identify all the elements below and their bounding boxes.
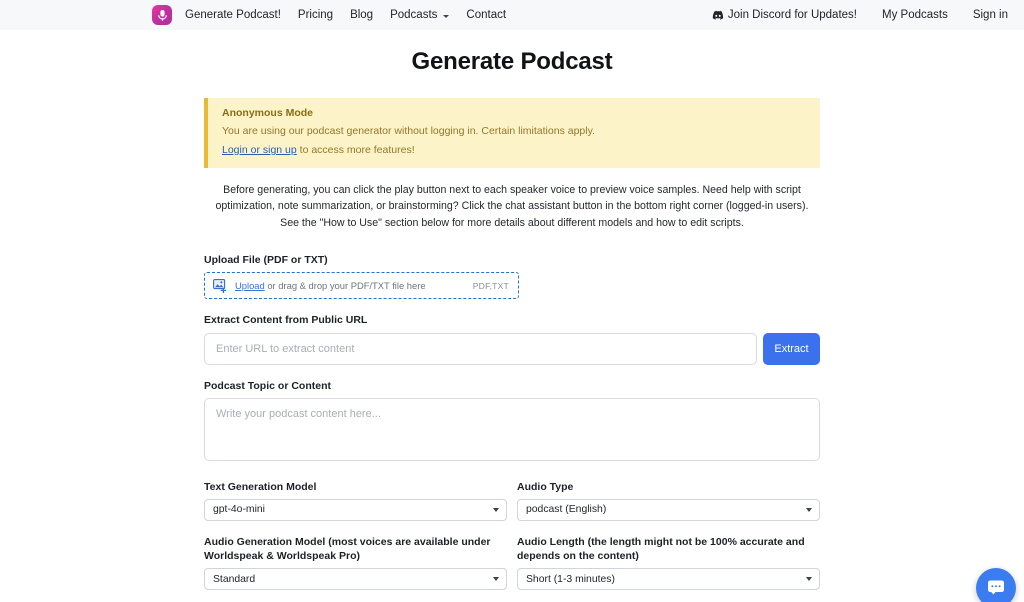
top-navbar: Generate Podcast! Pricing Blog Podcasts … [0, 0, 1024, 30]
nav-item-blog[interactable]: Blog [350, 9, 373, 21]
discord-icon [712, 10, 724, 23]
nav-item-label: Blog [350, 9, 374, 21]
chevron-down-icon [443, 14, 450, 18]
chat-assistant-button[interactable] [976, 568, 1016, 602]
page-body: Generate Podcast Anonymous Mode You are … [0, 30, 1024, 602]
accepted-file-types: PDF,TXT [472, 280, 509, 291]
audio-generation-model-field: Audio Generation Model (most voices are … [204, 535, 507, 591]
audio-length-label: Audio Length (the length might not be 10… [517, 535, 805, 563]
anonymous-mode-banner: Anonymous Mode You are using our podcast… [204, 98, 820, 168]
text-generation-model-field: Text Generation Model gpt-4o-mini [204, 480, 507, 521]
nav-item-sign-in[interactable]: Sign in [973, 9, 1008, 21]
upload-field: Upload File (PDF or TXT) Upload or drag … [204, 253, 820, 300]
audio-generation-model-wrap: Standard [204, 568, 507, 591]
nav-item-my-podcasts[interactable]: My Podcasts [882, 9, 948, 21]
nav-item-contact[interactable]: Contact [466, 9, 506, 21]
audio-length-select[interactable]: Short (1-3 minutes) [517, 568, 820, 591]
url-extract-field: Extract Content from Public URL Extract [204, 313, 820, 365]
login-or-signup-link[interactable]: Login or sign up [222, 144, 297, 156]
dropzone-text: Upload or drag & drop your PDF/TXT file … [235, 280, 426, 291]
brand-logo[interactable] [152, 5, 172, 25]
nav-item-pricing[interactable]: Pricing [298, 9, 333, 21]
upload-label: Upload File (PDF or TXT) [204, 254, 328, 267]
text-generation-model-label: Text Generation Model [204, 480, 317, 493]
chat-assistant-icon [987, 579, 1005, 598]
nav-item-join-discord[interactable]: Join Discord for Updates! [712, 9, 857, 22]
banner-footer-suffix: to access more features! [296, 144, 415, 156]
podcast-topic-label: Podcast Topic or Content [204, 379, 331, 392]
audio-type-label: Audio Type [517, 480, 574, 493]
url-extract-label: Extract Content from Public URL [204, 314, 368, 327]
upload-link-text[interactable]: Upload [235, 280, 265, 291]
dropzone-rest-text: or drag & drop your PDF/TXT file here [264, 280, 426, 292]
intro-paragraph: Before generating, you can click the pla… [215, 184, 809, 229]
navbar-left-links: Generate Podcast! Pricing Blog Podcasts … [185, 9, 506, 21]
url-input[interactable] [204, 332, 757, 365]
navbar-right-links: Join Discord for Updates! My Podcasts Si… [712, 9, 1008, 22]
text-generation-model-select[interactable]: gpt-4o-mini [204, 498, 507, 521]
nav-item-podcasts[interactable]: Podcasts [390, 9, 450, 21]
nav-item-label: Sign in [972, 9, 1008, 21]
form-container: Anonymous Mode You are using our podcast… [204, 98, 820, 602]
banner-message: You are using our podcast generator with… [222, 125, 595, 137]
podcast-topic-textarea[interactable] [204, 397, 820, 461]
model-and-type-row: Text Generation Model gpt-4o-mini Audio … [204, 480, 820, 521]
nav-item-generate-podcast[interactable]: Generate Podcast! [185, 9, 281, 21]
image-add-icon [213, 278, 228, 293]
audio-generation-model-select[interactable]: Standard [204, 568, 507, 591]
nav-item-label: My Podcasts [882, 9, 948, 21]
audio-length-wrap: Short (1-3 minutes) [517, 568, 820, 591]
page-title: Generate Podcast [411, 48, 613, 75]
audio-type-field: Audio Type podcast (English) [517, 480, 820, 521]
nav-item-label: Join Discord for Updates! [727, 9, 857, 21]
nav-item-label: Contact [466, 9, 507, 21]
nav-item-label: Pricing [297, 9, 334, 21]
audio-model-and-length-row: Audio Generation Model (most voices are … [204, 535, 820, 591]
banner-title: Anonymous Mode [222, 107, 313, 119]
nav-item-label: Generate Podcast! [185, 9, 281, 21]
microphone-logo-icon [157, 9, 168, 22]
podcast-topic-field: Podcast Topic or Content [204, 379, 820, 466]
file-dropzone[interactable]: Upload or drag & drop your PDF/TXT file … [204, 272, 519, 300]
nav-item-label: Podcasts [390, 9, 438, 21]
banner-footer: Login or sign up to access more features… [222, 144, 806, 156]
text-generation-model-wrap: gpt-4o-mini [204, 498, 507, 521]
audio-generation-model-label: Audio Generation Model (most voices are … [204, 535, 491, 563]
audio-type-wrap: podcast (English) [517, 498, 820, 521]
url-extract-row: Extract [204, 332, 820, 365]
audio-length-field: Audio Length (the length might not be 10… [517, 535, 820, 591]
audio-type-select[interactable]: podcast (English) [517, 498, 820, 521]
extract-button[interactable]: Extract [763, 332, 820, 365]
